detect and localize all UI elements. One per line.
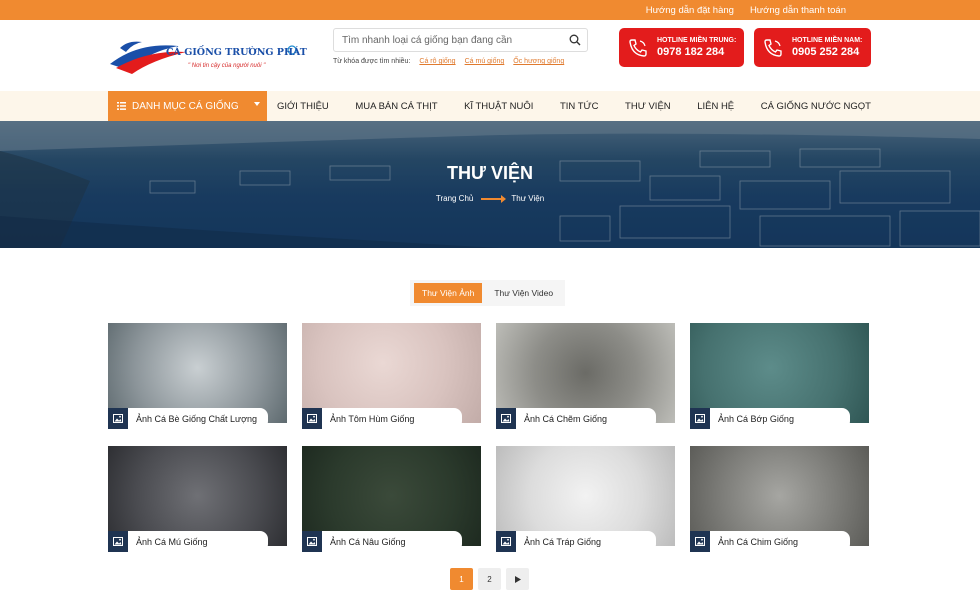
header: CÁ GIỐNG TRƯỜNG PHÁT " Nơi tin cậy của n…: [0, 20, 980, 91]
gallery-card[interactable]: Ảnh Cá Chẽm Giống: [496, 323, 675, 429]
image-icon: [108, 408, 128, 429]
hotline-number: 0905 252 284: [792, 46, 860, 58]
gallery-card[interactable]: Ảnh Cá Bè Giống Chất Lượng: [108, 323, 287, 429]
gallery-card[interactable]: Ảnh Cá Tráp Giống: [496, 446, 675, 552]
hotline-label: HOTLINE MIỀN NAM:: [792, 37, 863, 44]
next-page-button[interactable]: [506, 568, 529, 590]
logo-name: CÁ GIỐNG TRƯỜNG PHÁT: [166, 47, 307, 58]
nav-item-buy-sell[interactable]: MUA BÁN CÁ THỊT: [355, 101, 437, 112]
order-guide-link[interactable]: Hướng dẫn đặt hàng: [646, 5, 734, 16]
hotline-number: 0978 182 284: [657, 46, 725, 58]
image-icon: [496, 408, 516, 429]
phone-icon: [754, 38, 792, 58]
search-box: [333, 28, 588, 52]
breadcrumb-home[interactable]: Trang Chủ: [436, 194, 474, 203]
list-icon: [117, 102, 126, 110]
image-icon: [496, 531, 516, 552]
gallery-caption: Ảnh Cá Tráp Giống: [524, 536, 602, 547]
nav-item-contact[interactable]: LIÊN HỆ: [697, 101, 734, 112]
image-icon: [302, 531, 322, 552]
tab-video-library[interactable]: Thư Viện Video: [486, 283, 561, 303]
keyword-link[interactable]: Ốc hương giống: [513, 58, 564, 65]
keywords-label: Từ khóa được tìm nhiều:: [333, 58, 411, 65]
gallery-caption: Ảnh Tôm Hùm Giống: [330, 413, 415, 424]
library-tabs: Thư Viện Ảnh Thư Viện Video: [410, 280, 566, 306]
page-2-button[interactable]: 2: [478, 568, 501, 590]
gallery-caption: Ảnh Cá Mú Giống: [136, 536, 208, 547]
logo-slogan: " Nơi tin cậy của người nuôi ": [188, 63, 266, 69]
main-nav: DANH MỤC CÁ GIỐNG GIỚI THIỆU MUA BÁN CÁ …: [0, 91, 980, 121]
gallery-card[interactable]: Ảnh Tôm Hùm Giống: [302, 323, 481, 429]
payment-guide-link[interactable]: Hướng dẫn thanh toán: [750, 5, 846, 16]
hotline-central[interactable]: HOTLINE MIỀN TRUNG: 0978 182 284: [619, 28, 744, 67]
hotline-south[interactable]: HOTLINE MIỀN NAM: 0905 252 284: [754, 28, 871, 67]
gallery-caption: Ảnh Cá Bè Giống Chất Lượng: [136, 413, 257, 424]
category-menu-label: DANH MỤC CÁ GIỐNG: [132, 100, 239, 112]
search-input[interactable]: [334, 34, 563, 46]
tab-photo-library[interactable]: Thư Viện Ảnh: [414, 283, 483, 303]
gallery-card[interactable]: Ảnh Cá Bớp Giống: [690, 323, 869, 429]
gallery-card[interactable]: Ảnh Cá Chim Giống: [690, 446, 869, 552]
top-bar: Hướng dẫn đặt hàng Hướng dẫn thanh toán: [0, 0, 980, 20]
photo-gallery: Ảnh Cá Bè Giống Chất Lượng Ảnh Tôm Hùm G…: [108, 323, 871, 552]
image-icon: [108, 531, 128, 552]
nav-item-about[interactable]: GIỚI THIỆU: [277, 101, 329, 112]
phone-icon: [619, 38, 657, 58]
keyword-link[interactable]: Cá mú giống: [465, 58, 505, 65]
pagination: 1 2: [450, 568, 529, 590]
image-icon: [302, 408, 322, 429]
popular-keywords: Từ khóa được tìm nhiều: Cá rô giống Cá m…: [333, 58, 564, 65]
breadcrumb-current: Thư Viện: [511, 194, 545, 203]
image-icon: [690, 408, 710, 429]
logo[interactable]: CÁ GIỐNG TRƯỜNG PHÁT " Nơi tin cậy của n…: [108, 30, 307, 80]
page-title: THƯ VIỆN: [447, 163, 533, 183]
page-1-button[interactable]: 1: [450, 568, 473, 590]
keyword-link[interactable]: Cá rô giống: [419, 58, 455, 65]
gallery-card[interactable]: Ảnh Cá Nâu Giống: [302, 446, 481, 552]
category-menu-button[interactable]: DANH MỤC CÁ GIỐNG: [108, 91, 267, 121]
arrow-right-icon: [481, 194, 507, 203]
gallery-caption: Ảnh Cá Chim Giống: [718, 536, 799, 547]
search-icon[interactable]: [563, 28, 587, 52]
image-icon: [690, 531, 710, 552]
hero-banner: THƯ VIỆN Trang Chủ Thư Viện: [0, 121, 980, 248]
nav-item-library[interactable]: THƯ VIỆN: [625, 101, 671, 112]
chevron-down-icon: [254, 102, 260, 106]
gallery-caption: Ảnh Cá Nâu Giống: [330, 536, 406, 547]
nav-item-news[interactable]: TIN TỨC: [560, 101, 599, 112]
gallery-caption: Ảnh Cá Bớp Giống: [718, 413, 794, 424]
gallery-card[interactable]: Ảnh Cá Mú Giống: [108, 446, 287, 552]
hotline-label: HOTLINE MIỀN TRUNG:: [657, 37, 737, 44]
gallery-caption: Ảnh Cá Chẽm Giống: [524, 413, 608, 424]
nav-item-technique[interactable]: KĨ THUẬT NUÔI: [464, 101, 533, 112]
nav-item-freshwater[interactable]: CÁ GIỐNG NƯỚC NGỌT: [761, 101, 871, 112]
breadcrumb: Trang Chủ Thư Viện: [0, 194, 980, 203]
caret-right-icon: [514, 575, 521, 583]
